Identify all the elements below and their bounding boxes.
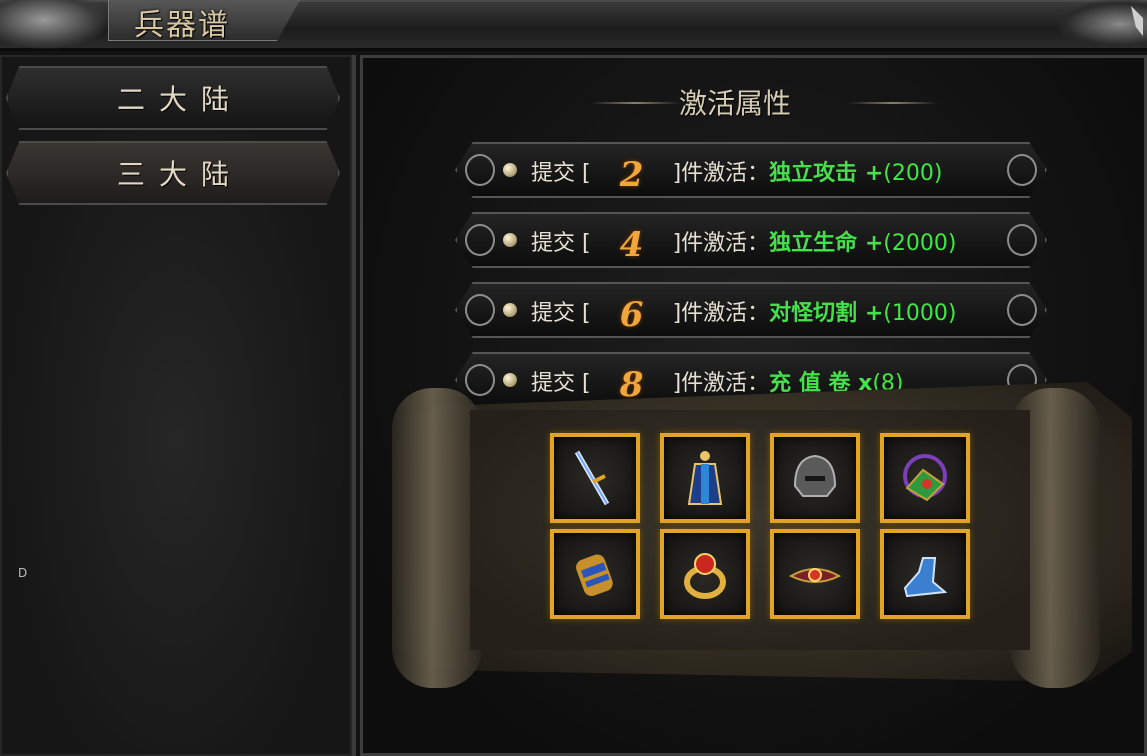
activation-row: 提交 [ 6 ]件激活：对怪切割 +(1000): [455, 282, 1047, 338]
attribute-name: 对怪切割 +: [769, 301, 884, 326]
submit-label: 提交 [: [531, 301, 591, 326]
attribute-name: 独立生命 +: [769, 231, 884, 256]
window-title: 兵器谱: [134, 8, 230, 43]
bullet-icon: [503, 163, 517, 177]
left-panel: 二大陆 三大陆: [0, 55, 356, 756]
attribute-value: (1000): [883, 301, 957, 326]
nav-item-second-continent[interactable]: 二大陆: [6, 66, 340, 130]
count-value: 2: [619, 155, 644, 195]
belt-icon: [788, 568, 842, 583]
bullet-icon: [503, 373, 517, 387]
equipment-slot-bracer[interactable]: [550, 529, 640, 619]
dragon-ornament-icon: [0, 0, 110, 50]
heading-ornament-right: [848, 102, 938, 104]
scroll-ornament-icon: [465, 154, 495, 186]
equipment-grid: [550, 433, 970, 619]
scroll-ornament-icon: [465, 224, 495, 256]
armor-icon: [687, 451, 723, 505]
bracer-icon: [576, 554, 613, 597]
title-bar: 兵器谱: [0, 0, 1147, 51]
equipment-slot-belt[interactable]: [770, 529, 860, 619]
nav-item-label: 三大陆: [116, 158, 243, 191]
scroll-ornament-icon: [1007, 154, 1037, 186]
attribute-name: 独立攻击 +: [769, 161, 884, 186]
equipment-slot-helmet[interactable]: [770, 433, 860, 523]
side-label: D: [18, 566, 28, 580]
dragon-ornament-right-icon: [1057, 0, 1147, 48]
activate-label: ]件激活：: [672, 301, 770, 326]
activate-label: ]件激活：: [672, 371, 770, 396]
section-heading: 激活属性: [678, 87, 791, 120]
sword-icon: [574, 450, 610, 506]
equipment-slot-boots[interactable]: [880, 529, 970, 619]
boots-icon: [903, 557, 948, 598]
necklace-icon: [903, 454, 947, 502]
scroll-ornament-icon: [465, 294, 495, 326]
equipment-slot-necklace[interactable]: [880, 433, 970, 523]
scroll-ornament-icon: [1007, 224, 1037, 256]
activation-row: 提交 [ 4 ]件激活：独立生命 +(2000): [455, 212, 1047, 268]
equipment-slot-ring[interactable]: [660, 529, 750, 619]
count-value: 4: [619, 225, 644, 265]
bullet-icon: [503, 303, 517, 317]
nav-item-third-continent[interactable]: 三大陆: [6, 141, 340, 205]
submit-label: 提交 [: [531, 231, 591, 256]
count-value: 6: [619, 295, 644, 335]
activation-text: 提交 [ 2 ]件激活：独立攻击 +(200): [531, 155, 942, 195]
ring-icon: [684, 553, 726, 599]
attribute-value: (2000): [883, 231, 957, 256]
nav-item-label: 二大陆: [116, 83, 243, 116]
activate-label: ]件激活：: [672, 231, 770, 256]
scroll-roller-left: [392, 388, 482, 688]
activation-text: 提交 [ 4 ]件激活：独立生命 +(2000): [531, 225, 956, 265]
bullet-icon: [503, 233, 517, 247]
activation-list: 提交 [2]件激活：独立攻击 +(200) 提交 [4]件激活：独立生命 +(2…: [455, 142, 1047, 422]
activation-row: 提交 [ 2 ]件激活：独立攻击 +(200): [455, 142, 1047, 198]
equipment-slot-armor[interactable]: [660, 433, 750, 523]
activate-label: ]件激活：: [672, 161, 770, 186]
submit-label: 提交 [: [531, 371, 591, 396]
equipment-slot-weapon[interactable]: [550, 433, 640, 523]
submit-label: 提交 [: [531, 161, 591, 186]
scroll-ornament-icon: [465, 364, 495, 396]
activation-text: 提交 [ 6 ]件激活：对怪切割 +(1000): [531, 295, 956, 335]
scroll-ornament-icon: [1007, 294, 1037, 326]
helmet-icon: [793, 454, 837, 497]
attribute-value: (200): [883, 161, 943, 186]
